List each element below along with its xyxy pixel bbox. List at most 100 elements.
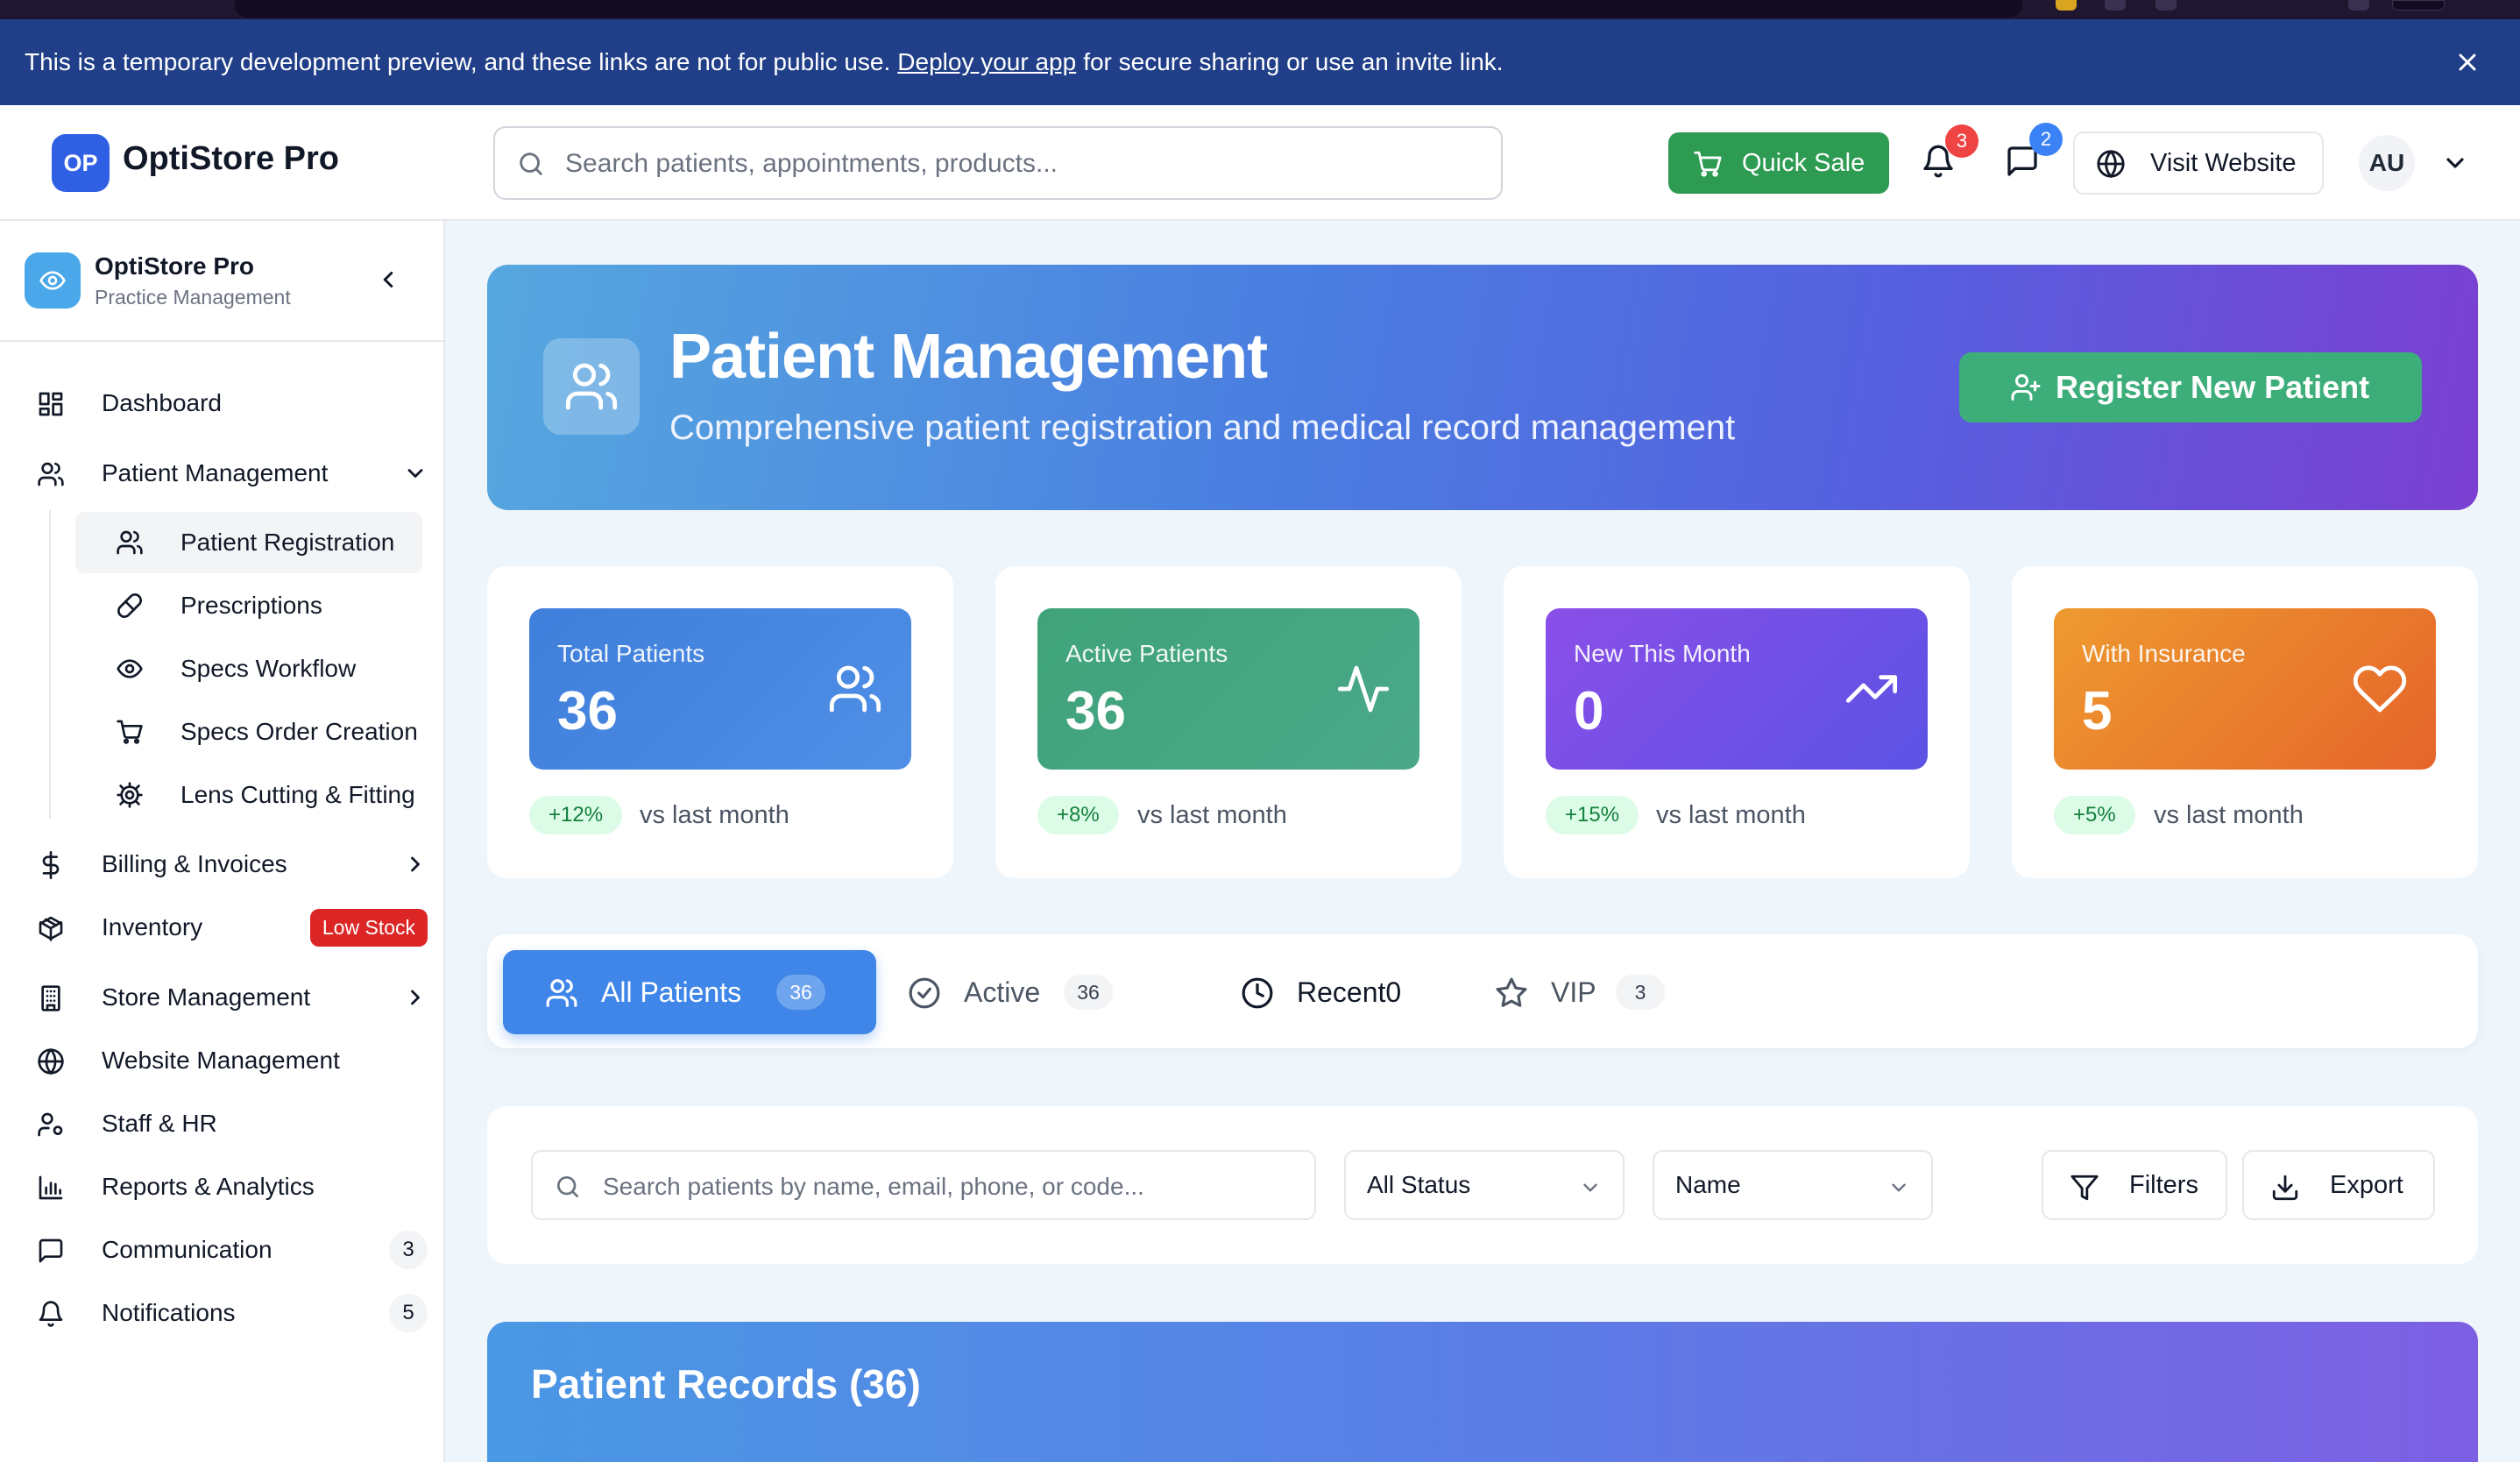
sidebar-item-notifications[interactable]: Notifications 5 xyxy=(25,1285,428,1341)
globe-icon xyxy=(37,1047,65,1075)
profile-button[interactable] xyxy=(2392,0,2445,11)
gear-icon xyxy=(116,781,144,809)
chevron-down-icon xyxy=(403,461,428,486)
notification-count-badge: 3 xyxy=(1945,124,1978,158)
tab-recent[interactable]: Recent0 xyxy=(1241,950,1451,1034)
stat-panel: New This Month 0 xyxy=(1546,608,1928,770)
sort-select[interactable]: Name xyxy=(1653,1150,1933,1220)
dollar-icon xyxy=(37,851,65,879)
sidebar-item-website-management[interactable]: Website Management xyxy=(25,1033,428,1089)
tab-label: Recent0 xyxy=(1297,976,1402,1008)
sidebar-subitem-label: Prescriptions xyxy=(181,592,322,619)
chevron-left-icon[interactable] xyxy=(375,266,401,293)
app-name: OptiStore Pro xyxy=(123,140,340,177)
banner-text: This is a temporary development preview,… xyxy=(25,48,891,75)
trend-caption: vs last month xyxy=(2154,801,2304,829)
bell-icon xyxy=(37,1300,65,1328)
close-icon[interactable] xyxy=(2453,48,2481,76)
deploy-link[interactable]: Deploy your app xyxy=(897,48,1076,76)
tab-label: All Patients xyxy=(601,976,742,1008)
sidebar-subitem-label: Patient Registration xyxy=(181,529,395,556)
building-icon xyxy=(37,984,65,1012)
address-bar[interactable] xyxy=(235,0,2022,18)
stat-value: 36 xyxy=(557,681,618,742)
tab-active[interactable]: Active 36 xyxy=(908,950,1171,1034)
status-select[interactable]: All Status xyxy=(1344,1150,1625,1220)
register-new-patient-button[interactable]: Register New Patient xyxy=(1959,352,2422,422)
sidebar-divider xyxy=(0,340,443,342)
sidebar-item-reports[interactable]: Reports & Analytics xyxy=(25,1159,428,1215)
sidebar-item-communication[interactable]: Communication 3 xyxy=(25,1222,428,1278)
trend-badge: +8% xyxy=(1037,796,1119,834)
export-button[interactable]: Export xyxy=(2242,1150,2435,1220)
register-label: Register New Patient xyxy=(2056,369,2370,405)
filter-panel: All Status Name Filters Export xyxy=(487,1106,2478,1264)
chevron-right-icon xyxy=(403,985,428,1010)
sidebar-subitem-label: Specs Order Creation xyxy=(181,718,418,745)
tab-all-patients[interactable]: All Patients 36 xyxy=(503,950,876,1034)
bar-chart-icon xyxy=(37,1174,65,1202)
extension-icon[interactable] xyxy=(2348,0,2369,11)
sidebar-item-inventory[interactable]: Inventory Low Stock xyxy=(25,899,428,955)
app-logo[interactable]: OP xyxy=(52,134,110,192)
extension-icon[interactable] xyxy=(2105,0,2126,11)
search-input[interactable] xyxy=(565,144,1476,184)
extension-icon[interactable] xyxy=(2056,0,2077,11)
filters-button[interactable]: Filters xyxy=(2042,1150,2227,1220)
stat-label: Total Patients xyxy=(557,640,705,667)
trend-badge: +12% xyxy=(529,796,623,834)
user-plus-icon xyxy=(2010,372,2042,403)
trend-caption: vs last month xyxy=(1656,801,1806,829)
visit-website-button[interactable]: Visit Website xyxy=(2073,131,2324,195)
user-cog-icon xyxy=(37,1111,65,1139)
dashboard-icon xyxy=(37,390,65,418)
quick-sale-button[interactable]: Quick Sale xyxy=(1668,132,1889,194)
package-icon xyxy=(37,914,65,942)
pill-icon xyxy=(116,592,144,620)
sidebar-subitem-prescriptions[interactable]: Prescriptions xyxy=(75,575,422,636)
tab-vip[interactable]: VIP 3 xyxy=(1495,950,1688,1034)
sidebar-subitem-specs-order-creation[interactable]: Specs Order Creation xyxy=(75,701,422,763)
filter-icon xyxy=(2070,1173,2099,1203)
tab-count: 36 xyxy=(776,975,825,1010)
eye-icon xyxy=(116,655,144,683)
avatar[interactable]: AU xyxy=(2359,135,2415,191)
top-header: OP OptiStore Pro Quick Sale 3 2 Visit We… xyxy=(0,105,2520,221)
stat-card-with-insurance: With Insurance 5 +5% vs last month xyxy=(2012,566,2478,878)
users-icon xyxy=(37,460,65,488)
sidebar-item-patient-management[interactable]: Patient Management xyxy=(25,445,428,501)
tab-label: Active xyxy=(964,976,1041,1008)
brand-logo xyxy=(25,252,81,309)
sidebar-item-billing[interactable]: Billing & Invoices xyxy=(25,836,428,892)
sidebar-item-label: Inventory xyxy=(102,913,203,940)
global-search[interactable] xyxy=(493,126,1503,200)
sidebar-subitem-patient-registration[interactable]: Patient Registration xyxy=(75,512,422,573)
banner-text-after: for secure sharing or use an invite link… xyxy=(1083,48,1504,75)
patient-search[interactable] xyxy=(531,1150,1316,1220)
sidebar-subitem-specs-workflow[interactable]: Specs Workflow xyxy=(75,638,422,699)
sidebar-item-staff-hr[interactable]: Staff & HR xyxy=(25,1096,428,1152)
message-icon xyxy=(37,1237,65,1265)
heart-icon xyxy=(2352,661,2408,717)
sidebar-item-dashboard[interactable]: Dashboard xyxy=(25,375,428,431)
sidebar-subitem-lens-cutting[interactable]: Lens Cutting & Fitting xyxy=(75,764,422,826)
browser-toolbar xyxy=(0,0,2520,19)
sidebar-brand-title: OptiStore Pro xyxy=(95,252,255,280)
low-stock-badge: Low Stock xyxy=(309,908,428,947)
sidebar-item-label: Website Management xyxy=(102,1047,340,1074)
trend-badge: +15% xyxy=(1546,796,1639,834)
sidebar-subitem-label: Specs Workflow xyxy=(181,655,357,682)
stat-value: 0 xyxy=(1574,681,1604,742)
stat-panel: Total Patients 36 xyxy=(529,608,911,770)
download-icon xyxy=(2270,1173,2300,1203)
page-hero: Patient Management Comprehensive patient… xyxy=(487,265,2478,510)
chevron-right-icon xyxy=(403,852,428,876)
patient-tabs: All Patients 36 Active 36 Recent0 VIP 3 xyxy=(487,934,2478,1048)
sidebar-item-store-management[interactable]: Store Management xyxy=(25,969,428,1026)
chevron-down-icon[interactable] xyxy=(2441,149,2469,177)
extension-icon[interactable] xyxy=(2155,0,2177,11)
filters-label: Filters xyxy=(2129,1170,2198,1199)
communication-count-badge: 3 xyxy=(389,1231,428,1269)
trend-badge: +5% xyxy=(2054,796,2135,834)
patient-search-input[interactable] xyxy=(603,1167,1295,1206)
